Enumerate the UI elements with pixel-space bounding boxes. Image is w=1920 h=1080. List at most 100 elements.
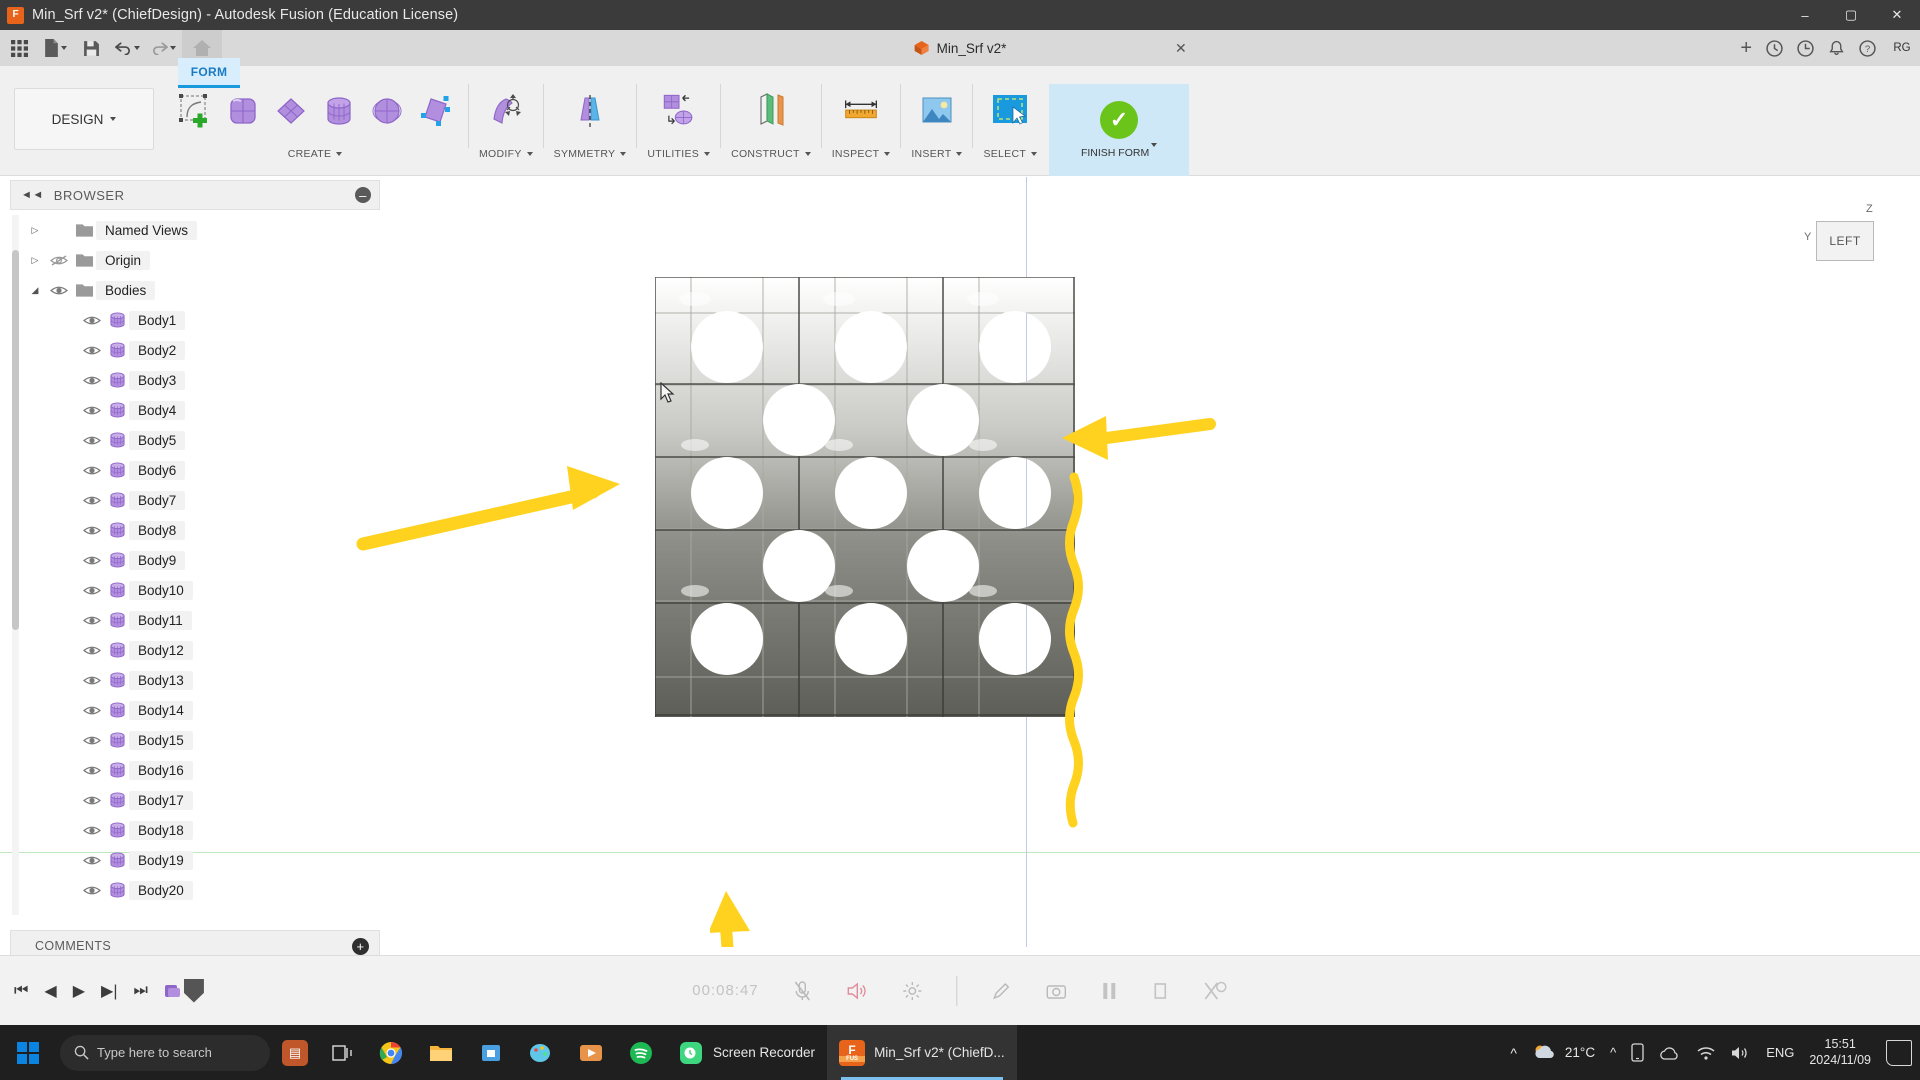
eye-icon[interactable] xyxy=(79,884,105,897)
avatar[interactable]: RG xyxy=(1890,36,1914,60)
forward-icon[interactable]: ▶| xyxy=(101,981,117,1001)
tab-close-icon[interactable]: ✕ xyxy=(1175,40,1187,57)
add-comment-icon[interactable]: + xyxy=(352,938,369,955)
eye-icon[interactable] xyxy=(79,644,105,657)
expander-collapsed-icon[interactable]: ▷ xyxy=(24,255,46,266)
tray-overflow-icon[interactable]: ^ xyxy=(1610,1045,1616,1060)
taskbar-clock[interactable]: 15:51 2024/11/09 xyxy=(1809,1037,1871,1068)
windows-start-icon[interactable] xyxy=(0,1025,56,1080)
expander-collapsed-icon[interactable]: ▷ xyxy=(24,225,46,236)
app-grid-icon[interactable] xyxy=(2,33,36,63)
eye-icon[interactable] xyxy=(79,584,105,597)
tray-chevron-icon[interactable]: ^ xyxy=(1510,1045,1517,1061)
tree-node-body[interactable]: Body4 xyxy=(24,395,380,425)
tree-node-body[interactable]: Body16 xyxy=(24,755,380,785)
taskbar-item-fusion[interactable]: FFUS Min_Srf v2* (ChiefD... xyxy=(827,1025,1017,1080)
eye-hidden-icon[interactable] xyxy=(46,254,72,267)
new-document-icon[interactable] xyxy=(38,33,72,63)
ribbon-group-label-inspect[interactable]: INSPECT xyxy=(832,148,891,160)
eye-icon[interactable] xyxy=(79,344,105,357)
tree-node-body[interactable]: Body12 xyxy=(24,635,380,665)
eye-icon[interactable] xyxy=(79,374,105,387)
taskbar-item-spotify[interactable] xyxy=(616,1025,666,1080)
edit-form-icon[interactable] xyxy=(483,84,529,138)
close-button[interactable]: ✕ xyxy=(1874,0,1920,30)
phone-link-icon[interactable] xyxy=(1631,1043,1644,1062)
wifi-icon[interactable] xyxy=(1696,1045,1716,1061)
window-select-icon[interactable] xyxy=(987,84,1033,138)
tree-node-body[interactable]: Body19 xyxy=(24,845,380,875)
taskbar-item-cortana[interactable]: ▤ xyxy=(270,1025,320,1080)
mirror-internal-icon[interactable] xyxy=(567,84,613,138)
stop-icon[interactable] xyxy=(1152,981,1170,1001)
skip-forward-icon[interactable]: ⏭ xyxy=(134,982,148,1000)
tree-node-body[interactable]: Body5 xyxy=(24,425,380,455)
tree-node-body[interactable]: Body8 xyxy=(24,515,380,545)
eye-icon[interactable] xyxy=(79,854,105,867)
play-icon[interactable]: ▶ xyxy=(73,981,85,1001)
save-icon[interactable] xyxy=(74,33,108,63)
ribbon-group-label-symmetry[interactable]: SYMMETRY xyxy=(554,148,627,160)
ribbon-group-label-insert[interactable]: INSERT xyxy=(911,148,962,160)
quadball-icon[interactable] xyxy=(412,84,458,138)
minimize-button[interactable]: – xyxy=(1782,0,1828,30)
eye-icon[interactable] xyxy=(46,284,72,297)
measure-icon[interactable] xyxy=(838,84,884,138)
eye-icon[interactable] xyxy=(79,404,105,417)
plane-icon[interactable] xyxy=(268,84,314,138)
pause-icon[interactable] xyxy=(1102,981,1118,1001)
tree-node-body[interactable]: Body3 xyxy=(24,365,380,395)
document-tab[interactable]: Min_Srf v2* xyxy=(914,30,1007,66)
eye-icon[interactable] xyxy=(79,524,105,537)
offset-plane-icon[interactable] xyxy=(748,84,794,138)
search-input[interactable]: Type here to search xyxy=(60,1035,270,1071)
make-uniform-icon[interactable] xyxy=(656,84,702,138)
scrollbar-thumb[interactable] xyxy=(12,250,19,630)
action-center-icon[interactable] xyxy=(1886,1040,1912,1066)
eye-icon[interactable] xyxy=(79,434,105,447)
lattice-model[interactable] xyxy=(655,277,1075,737)
skip-back-icon[interactable]: ⏮ xyxy=(14,982,28,1000)
tree-node-body[interactable]: Body7 xyxy=(24,485,380,515)
collapse-left-icon[interactable]: ◄◄ xyxy=(21,189,44,201)
canvas-image-icon[interactable] xyxy=(914,84,960,138)
tree-node-body[interactable]: Body11 xyxy=(24,605,380,635)
view-cube-face-left[interactable]: LEFT xyxy=(1816,221,1874,261)
tree-node-body[interactable]: Body9 xyxy=(24,545,380,575)
taskbar-item-taskview[interactable] xyxy=(320,1025,366,1080)
eye-icon[interactable] xyxy=(79,314,105,327)
ribbon-group-label-utilities[interactable]: UTILITIES xyxy=(647,148,710,160)
expander-expanded-icon[interactable]: ◢ xyxy=(24,285,46,296)
tree-node-body[interactable]: Body17 xyxy=(24,785,380,815)
rewind-icon[interactable]: ◀ xyxy=(44,981,56,1001)
undo-icon[interactable] xyxy=(110,33,144,63)
taskbar-item-screen-recorder[interactable]: Screen Recorder xyxy=(666,1025,827,1080)
tree-node-body[interactable]: Body13 xyxy=(24,665,380,695)
taskbar-item-explorer[interactable] xyxy=(416,1025,466,1080)
tree-node-body[interactable]: Body6 xyxy=(24,455,380,485)
view-cube[interactable]: Z Y LEFT xyxy=(1808,207,1880,263)
tree-node-body[interactable]: Body10 xyxy=(24,575,380,605)
ribbon-group-label-construct[interactable]: CONSTRUCT xyxy=(731,148,811,160)
tree-node-body[interactable]: Body2 xyxy=(24,335,380,365)
sphere-icon[interactable] xyxy=(364,84,410,138)
volume-icon[interactable] xyxy=(1731,1045,1751,1061)
close-recorder-icon[interactable] xyxy=(1204,980,1228,1002)
tree-node-body[interactable]: Body20 xyxy=(24,875,380,905)
taskbar-item-paint[interactable] xyxy=(516,1025,566,1080)
browser-scrollbar[interactable] xyxy=(12,215,19,915)
weather-widget[interactable]: 21°C xyxy=(1532,1044,1595,1062)
form-create-icon[interactable] xyxy=(172,84,218,138)
jobs-status-icon[interactable] xyxy=(1766,40,1783,57)
taskbar-item-chrome[interactable] xyxy=(366,1025,416,1080)
pen-icon[interactable] xyxy=(992,981,1012,1001)
box-icon[interactable] xyxy=(220,84,266,138)
tree-node-body[interactable]: Body14 xyxy=(24,695,380,725)
language-indicator[interactable]: ENG xyxy=(1766,1045,1794,1060)
tree-node-named-views[interactable]: ▷ Named Views xyxy=(24,215,380,245)
chevron-down-icon[interactable] xyxy=(170,46,176,50)
eye-icon[interactable] xyxy=(79,674,105,687)
bell-icon[interactable] xyxy=(1828,40,1845,57)
eye-icon[interactable] xyxy=(79,794,105,807)
question-icon[interactable]: ? xyxy=(1859,40,1876,57)
